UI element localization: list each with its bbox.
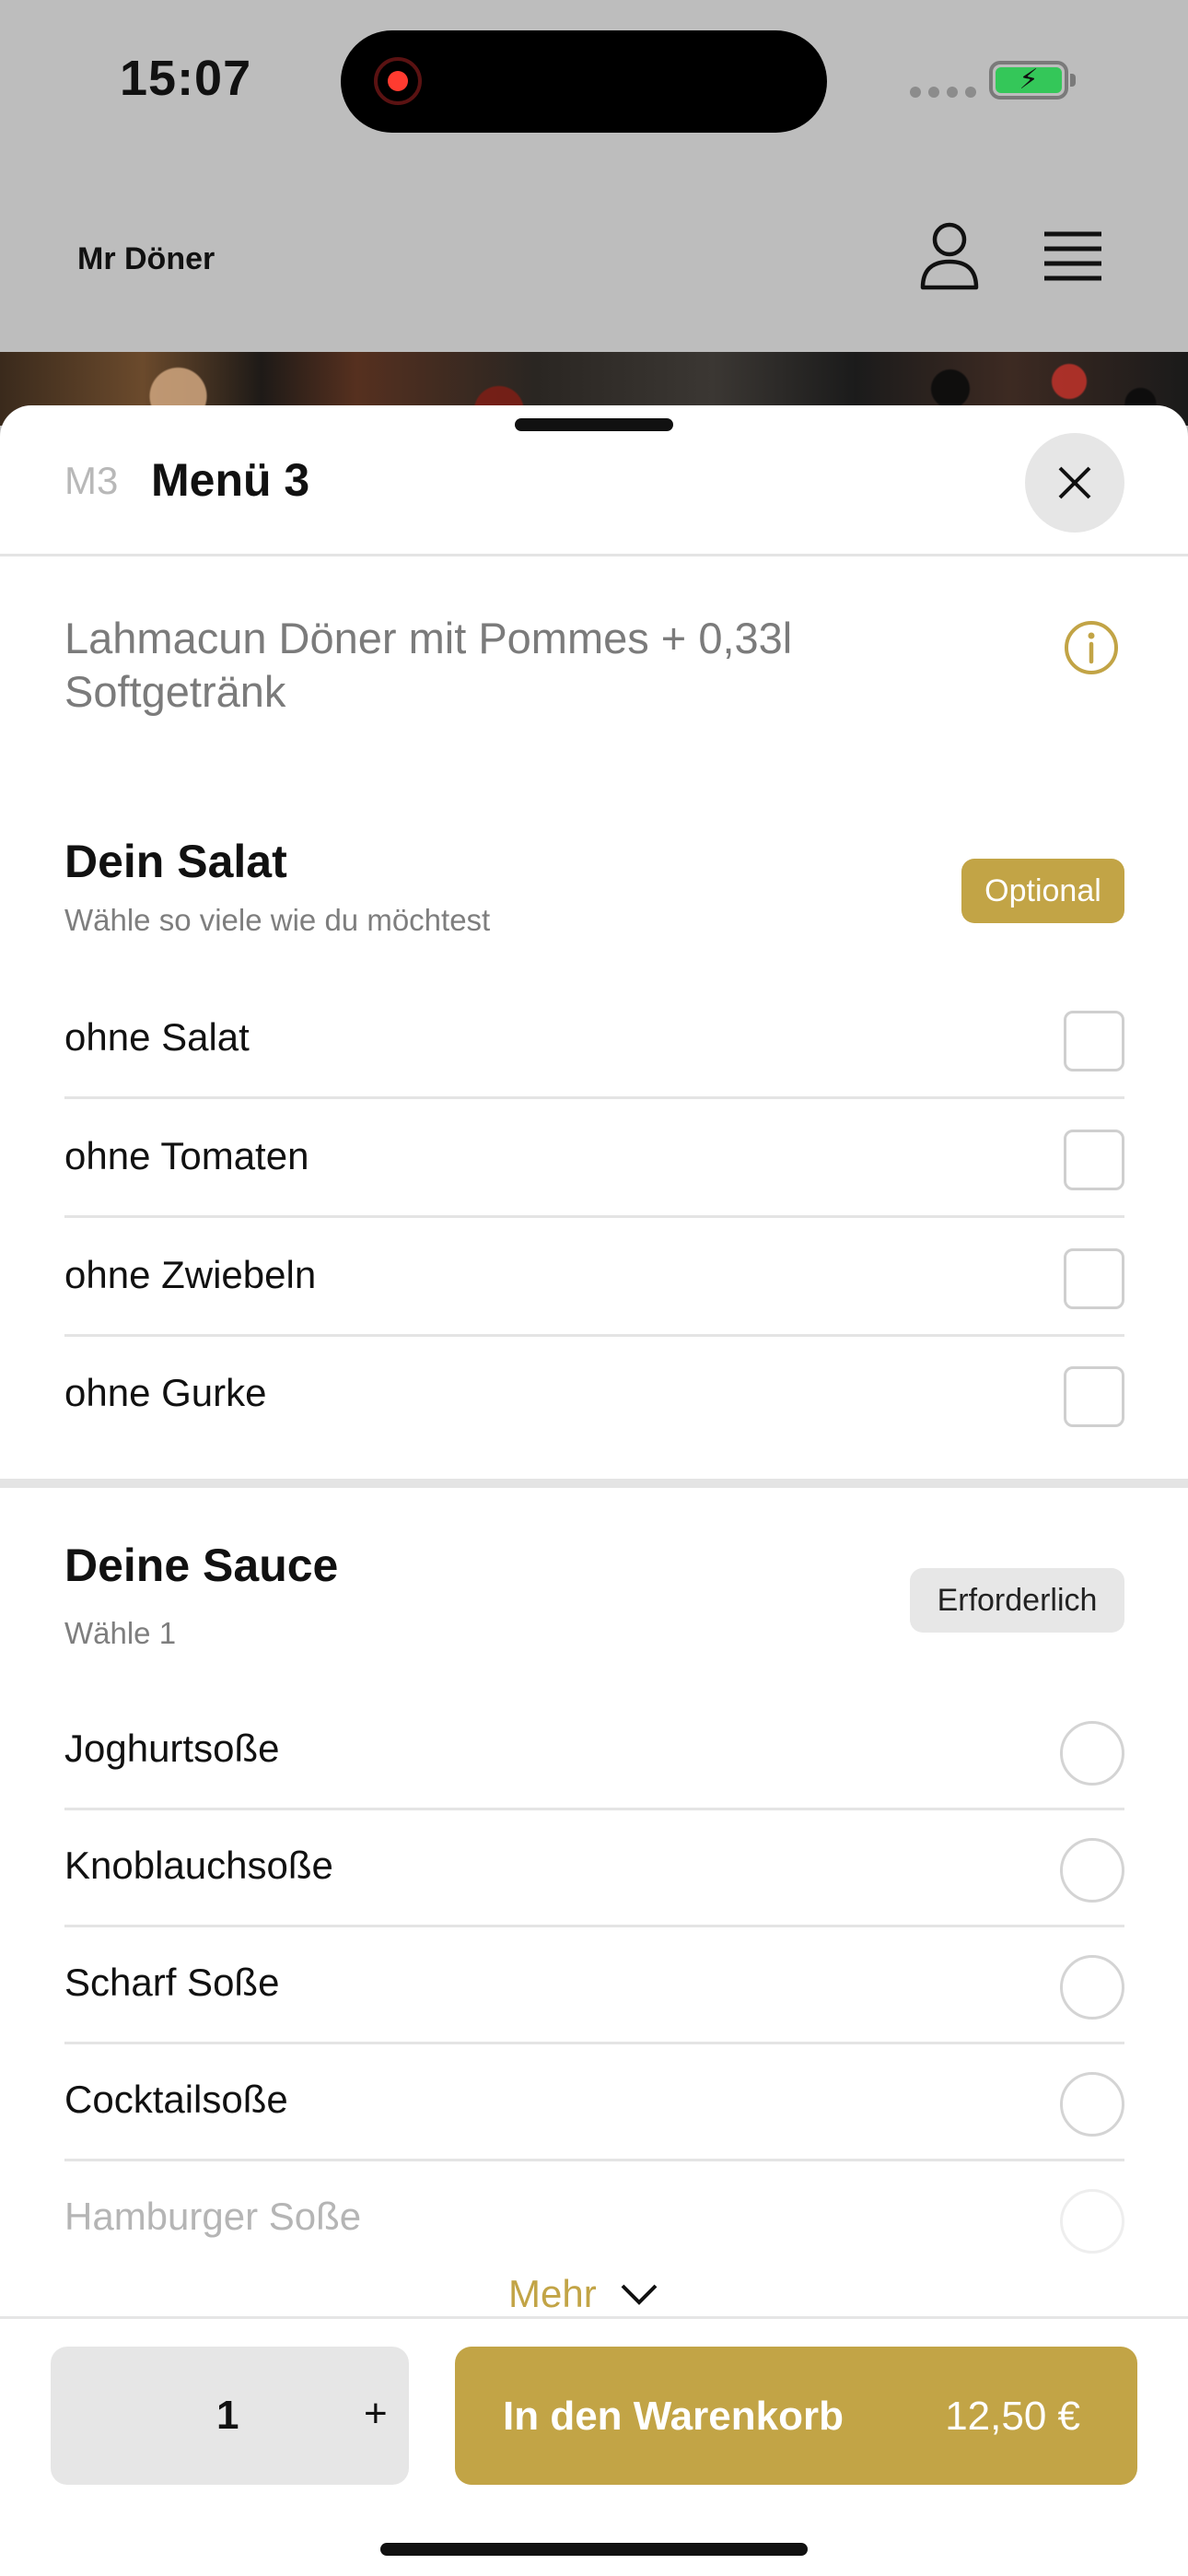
close-icon [1058, 466, 1091, 499]
sauce-option-row[interactable]: Hamburger Soße [64, 2160, 1124, 2278]
home-indicator[interactable] [380, 2543, 808, 2556]
option-label: ohne Salat [64, 1015, 250, 1059]
salad-option-row[interactable]: ohne Zwiebeln [64, 1218, 1124, 1337]
brand-name[interactable]: Mr Döner [77, 241, 215, 277]
optional-badge: Optional [961, 859, 1124, 923]
radio-button[interactable] [1060, 1721, 1124, 1786]
section-divider [0, 1479, 1188, 1488]
status-time: 15:07 [120, 51, 252, 106]
quantity-value: 1 [216, 2393, 239, 2438]
add-to-cart-label: In den Warenkorb [503, 2394, 844, 2439]
option-label: ohne Zwiebeln [64, 1253, 317, 1296]
sauce-group-title: Deine Sauce [64, 1540, 339, 1591]
product-title: Menü 3 [151, 454, 310, 506]
sheet-header: M3 Menü 3 [0, 405, 1188, 556]
battery-icon: ⚡ [989, 61, 1076, 100]
radio-button[interactable] [1060, 1955, 1124, 2020]
checkbox[interactable] [1064, 1130, 1124, 1190]
option-label: Scharf Soße [64, 1961, 280, 2004]
radio-button[interactable] [1060, 2189, 1124, 2254]
chevron-down-icon [621, 2284, 658, 2305]
option-label: ohne Gurke [64, 1371, 267, 1414]
sauce-option-row[interactable]: Scharf Soße [64, 1926, 1124, 2044]
option-label: ohne Tomaten [64, 1134, 309, 1177]
status-bar: 15:07 ⚡ [0, 0, 1188, 157]
record-icon [374, 57, 422, 105]
dynamic-island [341, 30, 827, 133]
bottom-bar: 1 + In den Warenkorb 12,50 € [0, 2316, 1188, 2576]
show-more-label: Mehr [508, 2272, 597, 2315]
sauce-option-row[interactable]: Cocktailsoße [64, 2043, 1124, 2161]
info-icon[interactable] [1063, 619, 1120, 676]
option-label: Hamburger Soße [64, 2195, 362, 2238]
close-button[interactable] [1025, 433, 1124, 533]
option-label: Cocktailsoße [64, 2078, 288, 2121]
option-label: Knoblauchsoße [64, 1844, 333, 1887]
salad-option-row[interactable]: ohne Tomaten [64, 1099, 1124, 1218]
checkbox[interactable] [1064, 1248, 1124, 1309]
add-to-cart-button[interactable]: In den Warenkorb 12,50 € [455, 2347, 1137, 2485]
option-label: Joghurtsoße [64, 1727, 280, 1770]
salad-group-subtitle: Wähle so viele wie du möchtest [64, 903, 491, 937]
sauce-group-subtitle: Wähle 1 [64, 1616, 177, 1650]
checkbox[interactable] [1064, 1366, 1124, 1427]
required-badge: Erforderlich [910, 1568, 1124, 1633]
product-sheet: M3 Menü 3 Lahmacun Döner mit Pommes + 0,… [0, 405, 1188, 2576]
cart-price: 12,50 € [945, 2394, 1080, 2439]
salad-option-row[interactable]: ohne Gurke [64, 1336, 1124, 1455]
user-icon[interactable] [917, 221, 982, 291]
radio-button[interactable] [1060, 1838, 1124, 1903]
quantity-stepper[interactable]: 1 + [51, 2347, 409, 2485]
sauce-option-row[interactable]: Knoblauchsoße [64, 1809, 1124, 1927]
hamburger-menu-icon[interactable] [1041, 228, 1105, 284]
signal-icon [910, 87, 976, 98]
product-description: Lahmacun Döner mit Pommes + 0,33l Softge… [64, 614, 793, 716]
checkbox[interactable] [1064, 1011, 1124, 1071]
salad-group-title: Dein Salat [64, 836, 287, 887]
sauce-option-row[interactable]: Joghurtsoße [64, 1692, 1124, 1810]
product-code: M3 [64, 459, 119, 502]
show-more-button[interactable]: Mehr [508, 2272, 659, 2316]
salad-option-row[interactable]: ohne Salat [64, 980, 1124, 1099]
app-header: Mr Döner [0, 157, 1188, 352]
increment-button[interactable]: + [364, 2391, 388, 2437]
radio-button[interactable] [1060, 2072, 1124, 2137]
